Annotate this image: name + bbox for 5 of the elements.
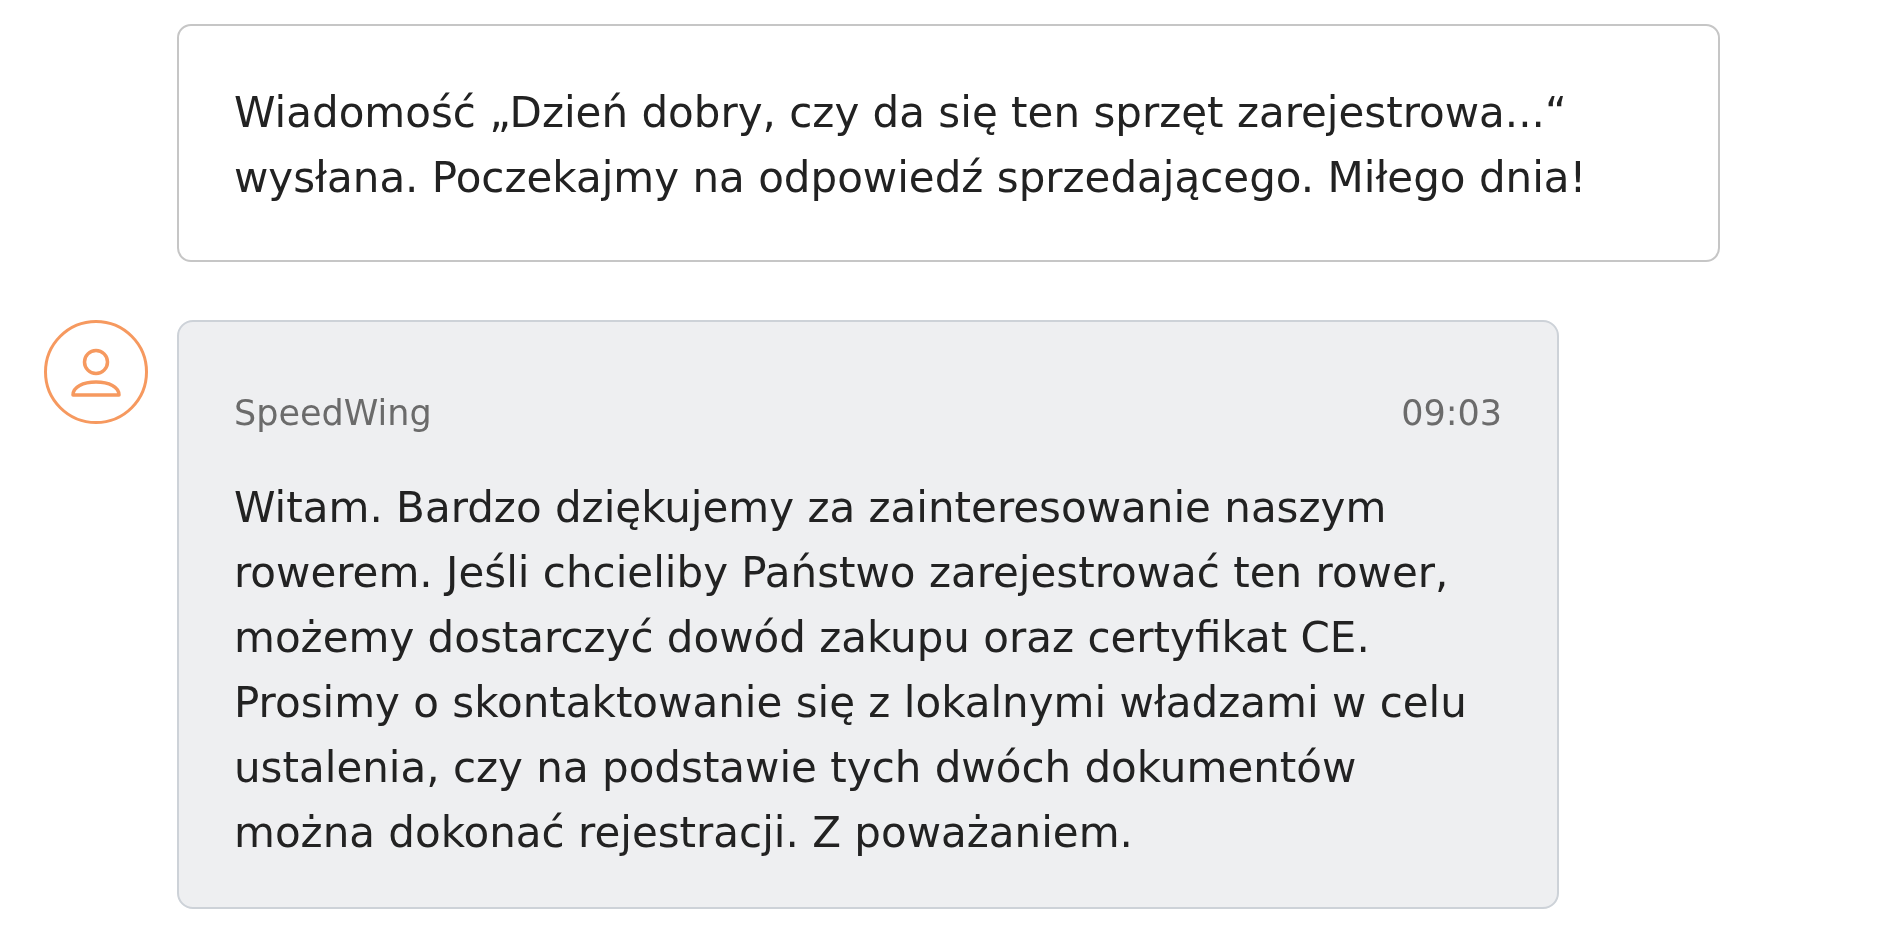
message-time: 09:03 [1401,392,1502,435]
message-text: Witam. Bardzo dziękujemy za zainteresowanie naszym rowerem. Jeśli chcieliby Państwo zarejestrować ten rower, możemy dostarczyć dowód zakupu oraz certyfikat CE. Prosimy o skontaktowanie się z lokalnymi władzami w celu ustalenia, czy na podstawie tych dwóch dokumentów można dokonać rejestracji. Z poważaniem. [234,482,1468,859]
user-avatar-icon [44,320,148,424]
sender-name: SpeedWing [234,392,432,435]
notice-text: Wiadomość „Dzień dobry, czy da się ten sprzęt zarejestrowa...“ wysłana. Poczekajmy na odpowiedź sprzedającego. Miłego dnia! [234,87,1588,204]
